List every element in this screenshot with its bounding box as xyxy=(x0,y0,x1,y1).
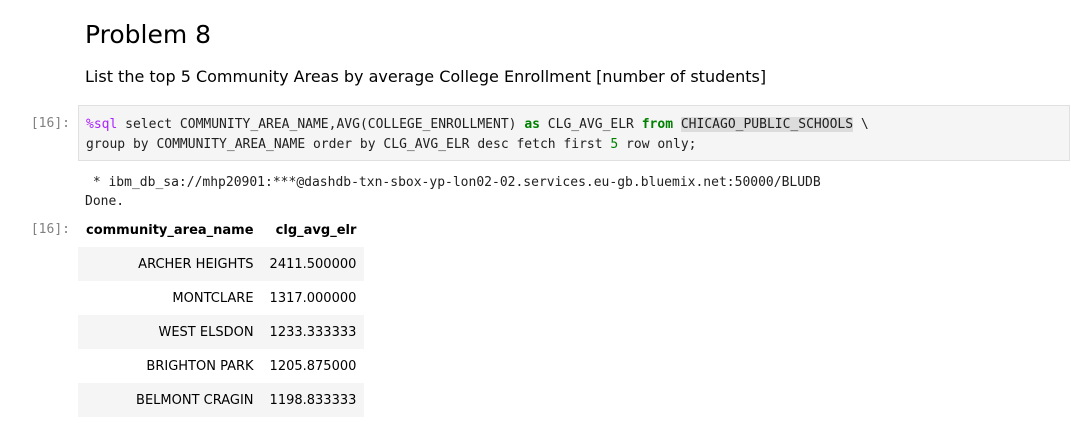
done-line: Done. xyxy=(85,194,125,209)
section-heading: Problem 8 xyxy=(85,20,212,49)
column-header: community_area_name xyxy=(86,223,254,238)
table-cell: WEST ELSDON xyxy=(158,324,254,340)
input-prompt: [16]: xyxy=(30,116,70,131)
table-row: ARCHER HEIGHTS 2411.500000 xyxy=(78,247,365,281)
code-text: select COMMUNITY_AREA_NAME,AVG(COLLEGE_E… xyxy=(117,117,525,132)
highlighted-table-name: CHICAGO_PUBLIC_SCHOOLS xyxy=(680,117,854,132)
code-text: row only; xyxy=(618,137,697,152)
table-header-row: community_area_name clg_avg_elr xyxy=(78,214,364,247)
code-text: CLG_AVG_ELR xyxy=(539,117,642,132)
table-cell: MONTCLARE xyxy=(172,290,254,306)
keyword-from: from xyxy=(641,117,674,132)
table-cell: 1205.875000 xyxy=(269,358,357,374)
table-row: BRIGHTON PARK 1205.875000 xyxy=(78,349,364,383)
code-text: group by COMMUNITY_AREA_NAME order by CL… xyxy=(86,137,611,152)
result-table: community_area_name clg_avg_elr ARCHER H… xyxy=(78,214,365,417)
question-text: List the top 5 Community Areas by averag… xyxy=(85,67,767,86)
table-row: BELMONT CRAGIN 1198.833333 xyxy=(78,383,365,417)
table-cell: BELMONT CRAGIN xyxy=(136,392,254,408)
column-header: clg_avg_elr xyxy=(275,223,357,238)
table-cell: BRIGHTON PARK xyxy=(146,358,254,374)
table-cell: ARCHER HEIGHTS xyxy=(138,256,254,272)
table-cell: 1233.333333 xyxy=(269,324,357,340)
code-cell[interactable]: %sql select COMMUNITY_AREA_NAME,AVG(COLL… xyxy=(78,105,1070,161)
code-text: \ xyxy=(853,117,869,132)
table-row: WEST ELSDON 1233.333333 xyxy=(78,315,365,349)
keyword-as: as xyxy=(524,117,540,132)
code-editor[interactable]: %sql select COMMUNITY_AREA_NAME,AVG(COLL… xyxy=(86,115,869,155)
table-row: MONTCLARE 1317.000000 xyxy=(78,281,364,315)
table-cell: 1317.000000 xyxy=(269,290,357,306)
table-cell: 2411.500000 xyxy=(269,256,357,272)
connection-line: * ibm_db_sa://mhp20901:***@dashdb-txn-sb… xyxy=(85,175,821,190)
output-prompt: [16]: xyxy=(30,222,70,237)
table-cell: 1198.833333 xyxy=(269,392,357,408)
sql-magic: %sql xyxy=(86,117,118,132)
output-stdout: * ibm_db_sa://mhp20901:***@dashdb-txn-sb… xyxy=(85,173,821,211)
